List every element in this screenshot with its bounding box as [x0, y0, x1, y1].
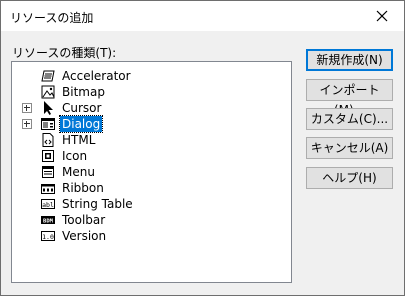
- close-icon: [376, 10, 388, 22]
- tree-item-menu[interactable]: Menu: [12, 164, 282, 180]
- tree-item-icon[interactable]: Icon: [12, 148, 282, 164]
- import-button[interactable]: インポート(M)...: [306, 79, 393, 117]
- tree-item-cursor[interactable]: Cursor: [12, 100, 282, 116]
- tree-item-string-table[interactable]: abl String Table: [12, 196, 282, 212]
- menu-icon: [42, 166, 54, 178]
- tree-item-label: Accelerator: [62, 69, 131, 83]
- html-icon: [42, 133, 54, 147]
- dialog-title: リソースの追加: [10, 11, 94, 25]
- tree-item-label: Toolbar: [62, 213, 106, 227]
- expand-icon[interactable]: [22, 119, 32, 129]
- tree-item-toolbar[interactable]: BDM Toolbar: [12, 212, 282, 228]
- expand-icon[interactable]: [22, 103, 32, 113]
- ribbon-icon: [41, 184, 55, 194]
- string-table-icon: abl: [41, 199, 55, 209]
- tree-item-dialog[interactable]: Dialog: [12, 115, 282, 133]
- tree-item-html[interactable]: HTML: [12, 132, 282, 148]
- new-button[interactable]: 新規作成(N): [306, 49, 393, 71]
- tree-item-label: Dialog: [58, 115, 104, 133]
- custom-button[interactable]: カスタム(C)...: [306, 108, 393, 130]
- tree-item-ribbon[interactable]: Ribbon: [12, 180, 282, 196]
- tree-item-label: Bitmap: [62, 85, 105, 99]
- tree-item-version[interactable]: 1.0 Version: [12, 228, 282, 244]
- title-bar: リソースの追加: [1, 1, 404, 31]
- version-icon: 1.0: [41, 231, 55, 241]
- add-resource-dialog: リソースの追加 リソースの種類(T): Accelerator Bitmap C…: [0, 0, 405, 296]
- toolbar-icon: BDM: [41, 216, 55, 224]
- tree-item-accelerator[interactable]: Accelerator: [12, 68, 282, 84]
- toolbar-icon-text: BDM: [43, 218, 54, 224]
- cancel-button[interactable]: キャンセル(A): [306, 137, 393, 159]
- close-button[interactable]: [360, 1, 404, 31]
- tree-item-label: Ribbon: [62, 181, 104, 195]
- tree-item-label: Icon: [62, 149, 88, 163]
- tree-item-label: Cursor: [62, 101, 102, 115]
- string-table-icon-text: abl: [42, 201, 54, 209]
- tree-item-label: String Table: [62, 197, 133, 211]
- tree-item-label: Version: [62, 229, 107, 243]
- resource-type-label: リソースの種類(T):: [12, 46, 117, 60]
- dialog-icon: [41, 118, 55, 130]
- icon-resource-icon: [42, 150, 54, 162]
- tree-item-label: HTML: [62, 133, 96, 147]
- cursor-icon: [44, 101, 53, 115]
- help-button[interactable]: ヘルプ(H): [306, 167, 393, 189]
- tree-item-label: Menu: [62, 165, 95, 179]
- resource-type-tree[interactable]: Accelerator Bitmap Cursor Dialog HTML Ic…: [11, 61, 292, 283]
- bitmap-icon: [41, 85, 55, 99]
- accelerator-icon: [41, 70, 55, 82]
- version-icon-text: 1.0: [42, 233, 54, 241]
- tree-item-bitmap[interactable]: Bitmap: [12, 84, 282, 100]
